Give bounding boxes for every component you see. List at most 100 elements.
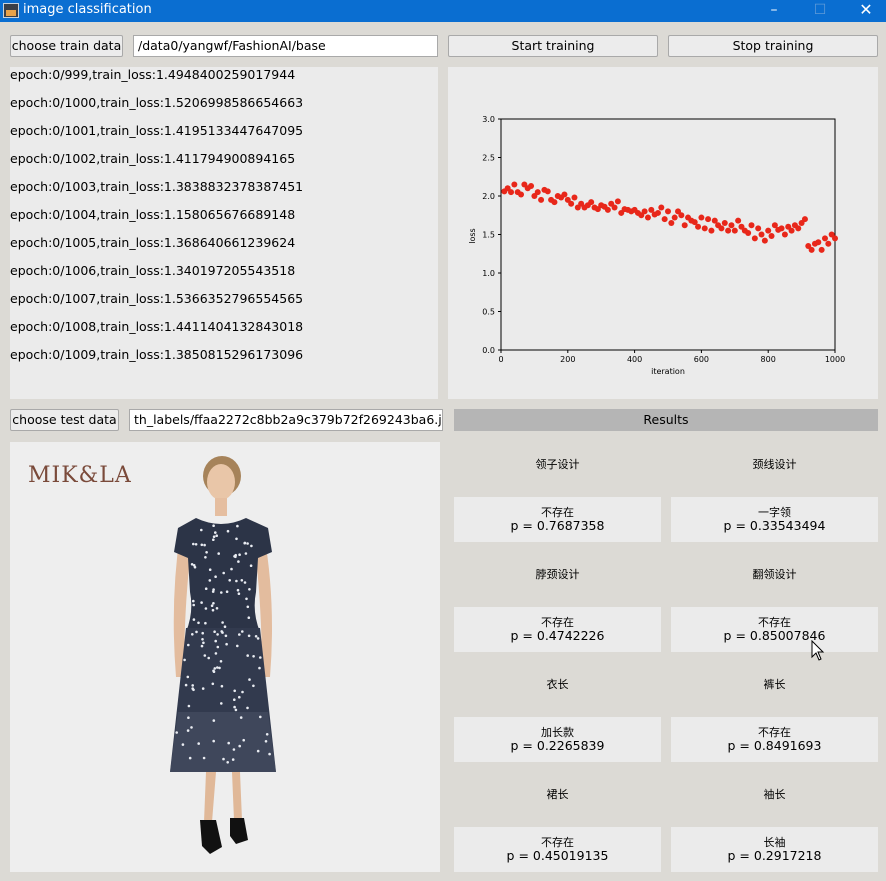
minimize-button[interactable]: – bbox=[751, 0, 797, 22]
loss-point bbox=[728, 222, 735, 229]
choose-test-data-button[interactable]: choose test data bbox=[10, 409, 119, 431]
loss-point bbox=[758, 231, 765, 238]
attribute-label: 裙长 bbox=[546, 788, 569, 801]
loss-point bbox=[654, 209, 661, 216]
x-tick-label: 800 bbox=[761, 355, 776, 364]
loss-point bbox=[778, 225, 785, 232]
stop-training-button[interactable]: Stop training bbox=[668, 35, 878, 57]
model-photo: MIK&LA bbox=[10, 442, 440, 872]
y-tick-label: 0.0 bbox=[482, 346, 495, 355]
loss-point bbox=[725, 227, 732, 234]
y-tick-label: 2.0 bbox=[482, 192, 495, 201]
log-line: epoch:0/1006,train_loss:1.34019720554351… bbox=[10, 263, 296, 278]
loss-point bbox=[721, 219, 728, 226]
loss-point bbox=[765, 227, 772, 234]
loss-point bbox=[671, 214, 678, 221]
prediction-box: 加长款 p = 0.2265839 bbox=[454, 717, 661, 762]
prediction-box: 不存在 p = 0.8491693 bbox=[671, 717, 878, 762]
x-tick-label: 600 bbox=[694, 355, 709, 364]
loss-point bbox=[681, 222, 688, 229]
results-header: Results bbox=[454, 409, 878, 431]
attribute-label: 颈线设计 bbox=[752, 458, 797, 471]
mouse-cursor-icon bbox=[811, 640, 825, 661]
x-tick-label: 400 bbox=[627, 355, 642, 364]
attribute-label: 裤长 bbox=[763, 678, 786, 691]
loss-point bbox=[701, 225, 708, 232]
x-tick-label: 200 bbox=[560, 355, 575, 364]
attribute-label: 袖长 bbox=[763, 788, 786, 801]
choose-train-data-button[interactable]: choose train data bbox=[10, 35, 123, 57]
loss-point bbox=[588, 199, 595, 206]
loss-point bbox=[551, 199, 558, 206]
x-tick-label: 1000 bbox=[825, 355, 845, 364]
loss-point bbox=[568, 200, 575, 207]
log-line: epoch:0/999,train_loss:1.494840025901794… bbox=[10, 67, 296, 82]
x-tick-label: 0 bbox=[498, 355, 503, 364]
close-button[interactable]: ✕ bbox=[843, 0, 886, 22]
loss-point bbox=[695, 223, 702, 230]
test-path-field[interactable]: th_labels/ffaa2272c8bb2a9c379b72f269243b… bbox=[129, 409, 443, 431]
log-line: epoch:0/1003,train_loss:1.38388323783874… bbox=[10, 179, 304, 194]
prediction-probability: p = 0.8491693 bbox=[727, 738, 822, 753]
loss-point bbox=[511, 181, 518, 188]
loss-point bbox=[641, 208, 648, 215]
prediction-probability: p = 0.45019135 bbox=[506, 848, 609, 863]
prediction-probability: p = 0.85007846 bbox=[723, 628, 826, 643]
log-line: epoch:0/1002,train_loss:1.41179490089416… bbox=[10, 151, 296, 166]
attribute-label: 领子设计 bbox=[535, 458, 580, 471]
prediction-probability: p = 0.33543494 bbox=[723, 518, 826, 533]
loss-point bbox=[808, 246, 815, 253]
prediction-box: 不存在 p = 0.7687358 bbox=[454, 497, 661, 542]
loss-point bbox=[818, 246, 825, 253]
y-tick-label: 3.0 bbox=[482, 115, 495, 124]
prediction-probability: p = 0.2265839 bbox=[510, 738, 605, 753]
loss-point bbox=[644, 214, 651, 221]
loss-point bbox=[518, 191, 525, 198]
loss-point bbox=[571, 194, 578, 201]
app-icon bbox=[3, 3, 19, 18]
maximize-button[interactable]: ☐ bbox=[797, 0, 843, 22]
loss-point bbox=[534, 189, 541, 196]
loss-point bbox=[561, 191, 568, 198]
attribute-label: 衣长 bbox=[546, 678, 569, 691]
log-line: epoch:0/1004,train_loss:1.15806567668914… bbox=[10, 207, 296, 222]
prediction-box: 不存在 p = 0.85007846 bbox=[671, 607, 878, 652]
prediction-box: 长袖 p = 0.2917218 bbox=[671, 827, 878, 872]
loss-point bbox=[718, 225, 725, 232]
loss-point bbox=[528, 182, 535, 189]
log-line: epoch:0/1000,train_loss:1.52069985866546… bbox=[10, 95, 304, 110]
y-tick-label: 1.0 bbox=[482, 269, 495, 278]
test-image: MIK&LA bbox=[10, 442, 440, 872]
prediction-box: 不存在 p = 0.4742226 bbox=[454, 607, 661, 652]
loss-point bbox=[665, 208, 671, 215]
attribute-label: 脖颈设计 bbox=[535, 568, 580, 581]
window-title: image classification bbox=[23, 2, 152, 17]
y-tick-label: 0.5 bbox=[482, 308, 495, 317]
log-line: epoch:0/1007,train_loss:1.53663527965545… bbox=[10, 291, 304, 306]
prediction-probability: p = 0.7687358 bbox=[510, 518, 605, 533]
loss-point bbox=[768, 233, 775, 240]
log-line: epoch:0/1001,train_loss:1.41951334476470… bbox=[10, 123, 304, 138]
start-training-button[interactable]: Start training bbox=[448, 35, 658, 57]
loss-point bbox=[611, 204, 618, 211]
loss-point bbox=[661, 216, 668, 223]
loss-point bbox=[614, 198, 621, 205]
log-line: epoch:0/1005,train_loss:1.36864066123962… bbox=[10, 235, 296, 250]
train-path-field[interactable]: /data0/yangwf/FashionAI/base bbox=[133, 35, 438, 57]
log-line: epoch:0/1009,train_loss:1.38508152961730… bbox=[10, 347, 304, 362]
loss-plot: iteration loss 0 200 400 600 800 1000 0.0 0.5 1.… bbox=[448, 67, 878, 399]
prediction-probability: p = 0.4742226 bbox=[510, 628, 605, 643]
loss-point bbox=[761, 237, 768, 244]
loss-chart-svg: iteration loss 0 200 400 600 800 1000 0.0 0.5 1.… bbox=[468, 115, 845, 376]
brand-logo: MIK&LA bbox=[28, 463, 132, 488]
loss-point bbox=[755, 225, 762, 232]
attribute-label: 翻领设计 bbox=[752, 568, 797, 581]
y-axis-label: loss bbox=[468, 228, 477, 243]
loss-point bbox=[832, 235, 838, 242]
loss-point bbox=[508, 189, 515, 196]
training-log[interactable]: epoch:0/999,train_loss:1.494840025901794… bbox=[10, 67, 438, 399]
loss-point bbox=[698, 214, 705, 221]
prediction-box: 一字领 p = 0.33543494 bbox=[671, 497, 878, 542]
loss-point bbox=[821, 235, 828, 242]
loss-point bbox=[735, 217, 742, 224]
